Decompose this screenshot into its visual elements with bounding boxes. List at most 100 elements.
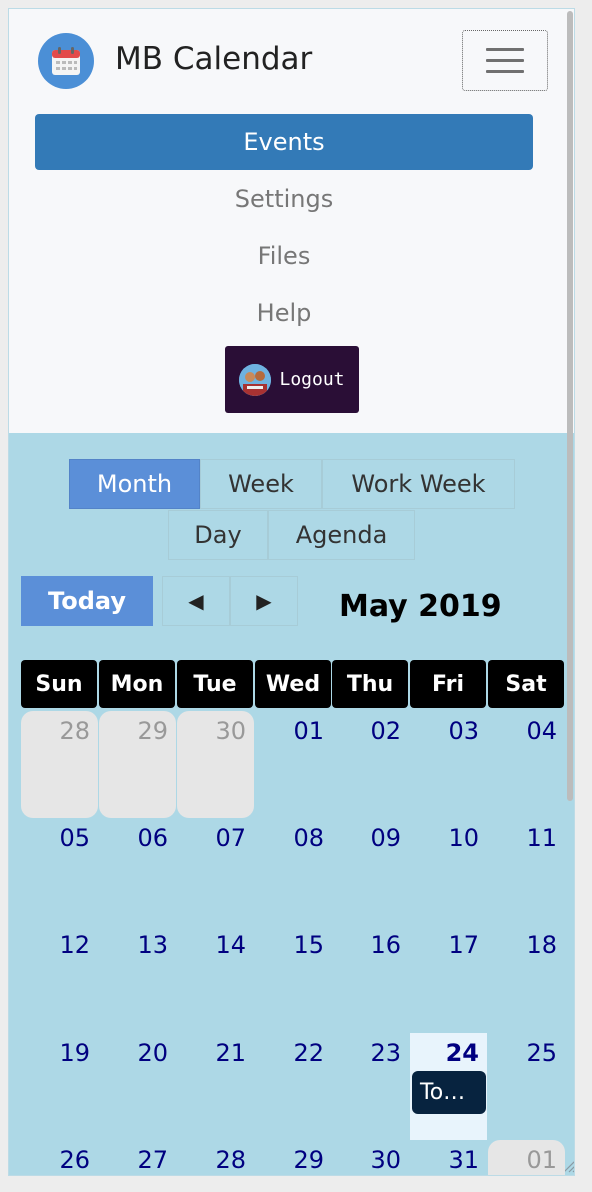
day-number[interactable]: 04 (526, 717, 557, 745)
day-number[interactable]: 30 (370, 1146, 401, 1174)
hamburger-icon[interactable] (462, 30, 548, 91)
weekday-thu: Thu (332, 660, 408, 708)
day-number[interactable]: 30 (215, 717, 246, 745)
calendar-icon[interactable] (38, 33, 94, 89)
day-cell[interactable]: 07 (177, 818, 254, 925)
prev-month-button[interactable]: ◀ (162, 576, 230, 626)
day-cell[interactable]: 19 (21, 1033, 98, 1140)
day-cell-other-month[interactable]: 01 (488, 1140, 565, 1175)
day-cell[interactable]: 01 (255, 711, 332, 818)
day-cell-other-month[interactable]: 28 (21, 711, 98, 818)
hamburger-line (486, 48, 524, 51)
brand-title[interactable]: MB Calendar (115, 39, 312, 79)
day-cell[interactable]: 20 (99, 1033, 176, 1140)
day-number[interactable]: 31 (448, 1146, 479, 1174)
day-number[interactable]: 10 (448, 824, 479, 852)
day-cell[interactable]: 12 (21, 925, 98, 1032)
day-number[interactable]: 01 (526, 1146, 557, 1174)
day-cell[interactable]: 29 (255, 1140, 332, 1175)
day-number[interactable]: 11 (526, 824, 557, 852)
weekday-mon: Mon (99, 660, 175, 708)
day-number[interactable]: 13 (137, 931, 168, 959)
day-cell[interactable]: 03 (410, 711, 487, 818)
weekday-wed: Wed (255, 660, 331, 708)
day-number[interactable]: 19 (59, 1039, 90, 1067)
day-number[interactable]: 26 (59, 1146, 90, 1174)
today-button[interactable]: Today (21, 576, 153, 626)
next-month-button[interactable]: ▶ (230, 576, 298, 626)
day-number[interactable]: 27 (137, 1146, 168, 1174)
day-cell[interactable]: 16 (332, 925, 409, 1032)
day-number[interactable]: 06 (137, 824, 168, 852)
day-number[interactable]: 22 (293, 1039, 324, 1067)
day-cell[interactable]: 21 (177, 1033, 254, 1140)
avatar (239, 363, 272, 396)
day-number[interactable]: 08 (293, 824, 324, 852)
day-cell[interactable]: 24 To… (410, 1033, 487, 1140)
day-number[interactable]: 01 (293, 717, 324, 745)
day-cell[interactable]: 13 (99, 925, 176, 1032)
month-label: May 2019 (339, 589, 502, 624)
day-number[interactable]: 21 (215, 1039, 246, 1067)
app-frame: MB Calendar Events Settings Files Help L… (8, 8, 575, 1176)
day-cell[interactable]: 14 (177, 925, 254, 1032)
view-day-button[interactable]: Day (168, 510, 268, 560)
day-number[interactable]: 29 (293, 1146, 324, 1174)
view-agenda-button[interactable]: Agenda (268, 510, 415, 560)
day-number[interactable]: 17 (448, 931, 479, 959)
day-number[interactable]: 29 (137, 717, 168, 745)
day-cell[interactable]: 10 (410, 818, 487, 925)
day-cell[interactable]: 30 (332, 1140, 409, 1175)
chevron-right-icon: ▶ (256, 589, 272, 613)
scrollbar-thumb[interactable] (567, 11, 573, 801)
day-number[interactable]: 05 (59, 824, 90, 852)
day-cell[interactable]: 09 (332, 818, 409, 925)
day-cell[interactable]: 18 (488, 925, 565, 1032)
day-number[interactable]: 14 (215, 931, 246, 959)
day-cell-other-month[interactable]: 29 (99, 711, 176, 818)
view-week-button[interactable]: Week (200, 459, 322, 509)
nav-item-events[interactable]: Events (35, 114, 533, 170)
day-cell-other-month[interactable]: 30 (177, 711, 254, 818)
day-number[interactable]: 16 (370, 931, 401, 959)
weekday-tue: Tue (177, 660, 253, 708)
day-number[interactable]: 28 (215, 1146, 246, 1174)
day-cell[interactable]: 17 (410, 925, 487, 1032)
day-number[interactable]: 28 (59, 717, 90, 745)
day-cell[interactable]: 22 (255, 1033, 332, 1140)
view-month-button[interactable]: Month (69, 459, 200, 509)
day-cell[interactable]: 11 (488, 818, 565, 925)
day-cell[interactable]: 31 (410, 1140, 487, 1175)
day-number[interactable]: 07 (215, 824, 246, 852)
day-cell[interactable]: 08 (255, 818, 332, 925)
day-number[interactable]: 25 (526, 1039, 557, 1067)
day-number[interactable]: 20 (137, 1039, 168, 1067)
scrollbar[interactable] (565, 9, 574, 1175)
view-work-week-button[interactable]: Work Week (322, 459, 515, 509)
chevron-left-icon: ◀ (188, 589, 204, 613)
day-cell[interactable]: 15 (255, 925, 332, 1032)
day-cell[interactable]: 05 (21, 818, 98, 925)
day-number[interactable]: 02 (370, 717, 401, 745)
nav-item-files[interactable]: Files (35, 228, 533, 284)
event-chip[interactable]: To… (412, 1071, 486, 1114)
day-cell[interactable]: 28 (177, 1140, 254, 1175)
day-cell[interactable]: 02 (332, 711, 409, 818)
weekday-fri: Fri (410, 660, 486, 708)
nav-item-settings[interactable]: Settings (35, 171, 533, 227)
day-number[interactable]: 23 (370, 1039, 401, 1067)
day-cell[interactable]: 04 (488, 711, 565, 818)
day-cell[interactable]: 06 (99, 818, 176, 925)
nav-item-help[interactable]: Help (35, 285, 533, 341)
day-number[interactable]: 09 (370, 824, 401, 852)
day-number[interactable]: 03 (448, 717, 479, 745)
day-number[interactable]: 15 (293, 931, 324, 959)
logout-button[interactable]: Logout (225, 346, 359, 413)
day-cell[interactable]: 26 (21, 1140, 98, 1175)
day-number[interactable]: 18 (526, 931, 557, 959)
day-number[interactable]: 24 (446, 1039, 479, 1067)
day-cell[interactable]: 25 (488, 1033, 565, 1140)
day-cell[interactable]: 23 (332, 1033, 409, 1140)
day-cell[interactable]: 27 (99, 1140, 176, 1175)
day-number[interactable]: 12 (59, 931, 90, 959)
